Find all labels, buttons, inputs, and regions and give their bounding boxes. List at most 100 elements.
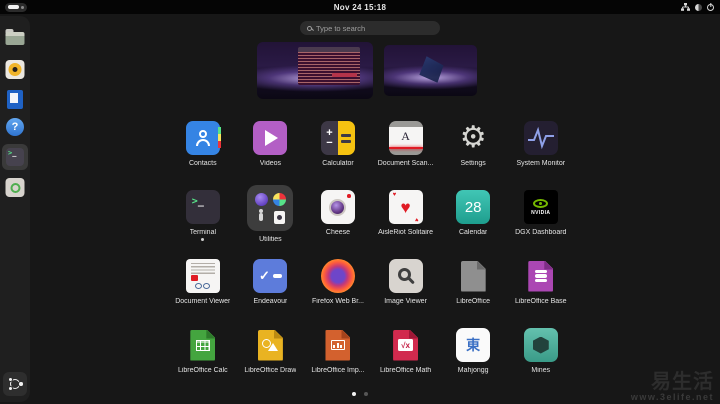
- app-grid-pagination: [352, 392, 368, 396]
- app-mahjongg[interactable]: 東 Mahjongg: [439, 321, 507, 390]
- mahjongg-tile-icon: 東: [456, 328, 491, 362]
- app-label: LibreOffice Imp...: [311, 367, 365, 374]
- app-label: System Monitor: [516, 160, 566, 167]
- app-aisleriot[interactable]: ♥ ♥ ♥ AisleRiot Solitaire: [372, 183, 440, 252]
- libreoffice-icon: [456, 259, 490, 293]
- app-terminal[interactable]: > _ Terminal: [169, 183, 237, 252]
- app-folder-utilities[interactable]: Utilities: [237, 183, 305, 252]
- network-icon: [681, 3, 690, 11]
- app-system-monitor[interactable]: System Monitor: [507, 114, 575, 183]
- app-libreoffice-base[interactable]: LibreOffice Base: [507, 252, 575, 321]
- app-firefox[interactable]: Firefox Web Br...: [304, 252, 372, 321]
- disk-usage-mini-icon: [254, 192, 268, 206]
- app-mines[interactable]: Mines: [507, 321, 575, 390]
- cheese-camera-icon: [320, 190, 355, 224]
- system-monitor-icon: [523, 121, 558, 155]
- clock[interactable]: Nov 24 15:18: [334, 3, 387, 12]
- app-label: DGX Dashboard: [515, 229, 567, 236]
- running-indicator: [201, 238, 205, 241]
- app-endeavour[interactable]: ✓ Endeavour: [237, 252, 305, 321]
- gnome-activities-overview: Nov 24 15:18 ? >_ Type to search Contact…: [0, 0, 720, 404]
- glasses-detail: [195, 283, 211, 289]
- app-videos[interactable]: Videos: [237, 114, 305, 183]
- app-cheese[interactable]: Cheese: [304, 183, 372, 252]
- window-body: [297, 52, 361, 85]
- search-icon: [307, 25, 312, 31]
- videos-icon: [253, 121, 288, 155]
- workspace-thumbnail-2[interactable]: [384, 45, 477, 96]
- libreoffice-base-icon: [524, 259, 558, 293]
- app-label: Endeavour: [253, 298, 288, 305]
- firefox-icon: [320, 259, 355, 293]
- document-viewer-icon: [185, 259, 220, 293]
- dock-writer-document-icon[interactable]: [7, 90, 23, 109]
- workspace-indicator[interactable]: [5, 2, 27, 12]
- app-label: Mines: [531, 367, 551, 374]
- settings-gear-icon: ⚙: [459, 121, 487, 154]
- page-dot-2[interactable]: [364, 392, 368, 396]
- software-ring: [10, 182, 20, 193]
- app-label: Mahjongg: [457, 367, 489, 374]
- mines-icon: [523, 328, 558, 362]
- dock-help-icon[interactable]: ?: [6, 118, 24, 136]
- disks-mini-icon: [273, 210, 285, 224]
- libreoffice-draw-icon: [253, 328, 287, 362]
- watermark-url: www.3elife.net: [630, 392, 714, 402]
- app-libreoffice-draw[interactable]: LibreOffice Draw: [237, 321, 305, 390]
- utilities-folder-icon: [247, 185, 294, 231]
- app-document-viewer[interactable]: Document Viewer: [169, 252, 237, 321]
- app-label: Videos: [259, 160, 282, 167]
- inactive-workspace-dot: [21, 5, 24, 9]
- app-label: LibreOffice Calc: [177, 367, 228, 374]
- wallpaper-crystal: [419, 56, 444, 83]
- app-label: LibreOffice Draw: [244, 367, 297, 374]
- ubuntu-logo-icon: [8, 377, 23, 391]
- terminal-icon: > _: [185, 190, 220, 224]
- app-libreoffice-calc[interactable]: LibreOffice Calc: [169, 321, 237, 390]
- app-contacts[interactable]: Contacts: [169, 114, 237, 183]
- character-map-mini-icon: [259, 209, 264, 221]
- app-label: Terminal: [189, 229, 217, 236]
- app-document-scanner[interactable]: A Document Scan...: [372, 114, 440, 183]
- nvidia-icon: NVIDIA: [523, 190, 558, 224]
- app-label: LibreOffice Base: [514, 298, 567, 305]
- app-libreoffice[interactable]: LibreOffice: [439, 252, 507, 321]
- watermark: 易生活 www.3elife.net: [631, 372, 714, 402]
- search-bar[interactable]: [300, 21, 440, 35]
- app-label: Document Scan...: [377, 160, 434, 167]
- app-label: Cheese: [325, 229, 351, 236]
- terminal-window-preview[interactable]: [297, 47, 361, 85]
- window-selection: [332, 72, 358, 77]
- endeavour-check-icon: ✓: [253, 259, 288, 293]
- system-status-area[interactable]: [681, 0, 714, 14]
- workspace-thumbnail-1[interactable]: [257, 42, 373, 99]
- speaker-ring: [8, 63, 22, 76]
- pie-chart-mini-icon: [272, 192, 286, 206]
- app-label: Utilities: [259, 236, 282, 243]
- app-calendar[interactable]: 28 Calendar: [439, 183, 507, 252]
- app-label: LibreOffice: [456, 298, 491, 305]
- app-dgx-dashboard[interactable]: NVIDIA DGX Dashboard: [507, 183, 575, 252]
- app-image-viewer[interactable]: Image Viewer: [372, 252, 440, 321]
- watermark-logo-text: 易生活: [651, 371, 714, 393]
- app-label: Calendar: [458, 229, 488, 236]
- contacts-icon: [185, 121, 221, 155]
- app-libreoffice-impress[interactable]: LibreOffice Imp...: [304, 321, 372, 390]
- dock-files-icon[interactable]: [5, 29, 25, 45]
- dock: ? >_: [0, 16, 30, 402]
- aisleriot-card-icon: ♥ ♥ ♥: [388, 190, 423, 224]
- terminal-glyph: >_: [6, 148, 24, 166]
- app-label: LibreOffice Math: [379, 367, 432, 374]
- dock-software-icon[interactable]: [5, 178, 25, 197]
- app-calculator[interactable]: + − Calculator: [304, 114, 372, 183]
- app-label: Contacts: [188, 160, 217, 167]
- show-apps-button[interactable]: [3, 372, 27, 396]
- libreoffice-calc-icon: [186, 328, 220, 362]
- search-input[interactable]: [316, 23, 433, 33]
- dock-speaker-icon[interactable]: [5, 60, 25, 79]
- top-bar: Nov 24 15:18: [0, 0, 720, 14]
- app-settings[interactable]: ⚙ Settings: [439, 114, 507, 183]
- dock-terminal-icon[interactable]: >_: [2, 144, 28, 170]
- app-libreoffice-math[interactable]: √x LibreOffice Math: [372, 321, 440, 390]
- page-dot-1[interactable]: [352, 392, 356, 396]
